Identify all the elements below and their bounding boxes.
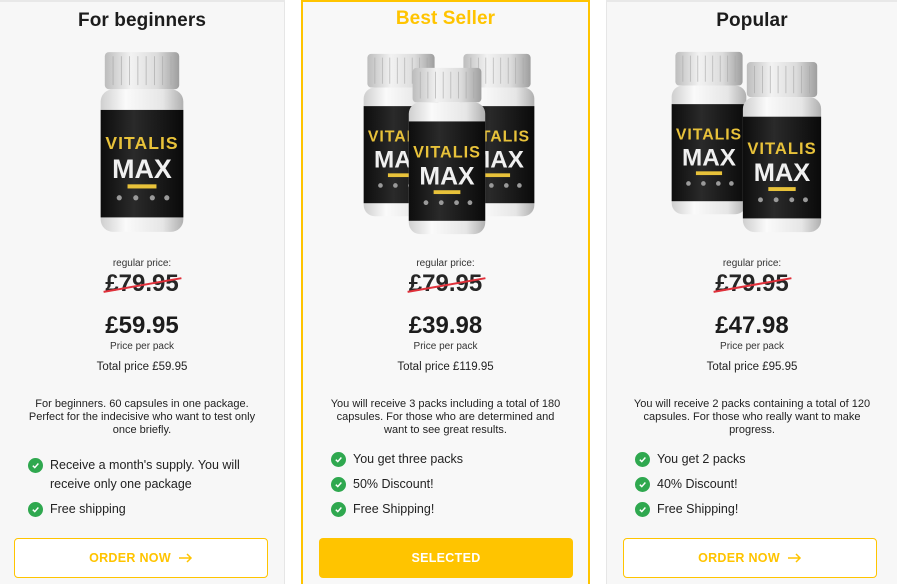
price-per-pack-label: Price per pack <box>413 341 478 352</box>
selected-label: SELECTED <box>411 551 481 565</box>
feature-item: 40% Discount! <box>635 475 879 494</box>
total-price: Total price £59.95 <box>96 361 188 373</box>
regular-price-label: regular price: <box>112 258 172 269</box>
total-price: Total price £119.95 <box>397 361 494 373</box>
total-price: Total price £95.95 <box>706 361 798 373</box>
check-icon <box>635 502 650 517</box>
feature-list: You get three packs 50% Discount! Free S… <box>331 450 570 525</box>
price-per-pack-label: Price per pack <box>720 341 784 352</box>
feature-item: You get 2 packs <box>635 450 879 469</box>
check-icon <box>635 452 650 467</box>
card-title: For beginners <box>78 10 206 31</box>
feature-item: Free Shipping! <box>635 500 879 519</box>
feature-list: Receive a month's supply. You will recei… <box>28 456 266 525</box>
product-image-three-bottles <box>303 46 588 238</box>
order-now-label: ORDER NOW <box>698 551 780 565</box>
old-price: £79.95 <box>715 270 789 297</box>
feature-text: Receive a month's supply. You will recei… <box>50 458 240 491</box>
package-card-best-seller[interactable]: Best Seller regular price: £79.95 £39.98… <box>301 0 590 584</box>
check-icon <box>331 477 346 492</box>
feature-item: You get three packs <box>331 450 570 469</box>
price-per-pack: £47.98 <box>715 312 789 339</box>
old-price: £79.95 <box>105 270 179 297</box>
price-per-pack: £39.98 <box>408 312 483 339</box>
feature-item: 50% Discount! <box>331 475 570 494</box>
arrow-right-icon <box>178 553 193 563</box>
order-now-button[interactable]: ORDER NOW <box>623 538 877 578</box>
feature-text: You get three packs <box>353 452 464 466</box>
feature-item: Receive a month's supply. You will recei… <box>28 456 266 494</box>
feature-text: Free Shipping! <box>353 502 435 516</box>
check-icon <box>331 452 346 467</box>
feature-text: 40% Discount! <box>657 477 738 491</box>
arrow-right-icon <box>787 553 802 563</box>
order-now-label: ORDER NOW <box>89 551 171 565</box>
price-per-pack: £59.95 <box>105 312 179 339</box>
price-per-pack-label: Price per pack <box>110 341 174 352</box>
check-icon <box>331 502 346 517</box>
package-card-popular[interactable]: Popular regular price: £79.95 £47.98 Pri… <box>606 0 897 584</box>
product-image-two-bottles <box>607 46 897 238</box>
card-title: Popular <box>716 10 788 31</box>
feature-item: Free shipping <box>28 500 266 519</box>
selected-button[interactable]: SELECTED <box>319 538 573 578</box>
feature-item: Free Shipping! <box>331 500 570 519</box>
card-title: Best Seller <box>395 8 496 29</box>
check-icon <box>28 502 43 517</box>
regular-price-label: regular price: <box>416 258 475 269</box>
package-card-beginners[interactable]: For beginners regular price: £79.95 £59.… <box>0 0 285 584</box>
old-price: £79.95 <box>408 270 483 297</box>
regular-price-label: regular price: <box>722 258 782 269</box>
feature-text: You get 2 packs <box>657 452 746 466</box>
feature-text: Free shipping <box>50 502 126 516</box>
package-description: You will receive 3 packs including a tot… <box>330 398 561 436</box>
check-icon <box>28 458 43 473</box>
feature-text: 50% Discount! <box>353 477 434 491</box>
feature-text: Free Shipping! <box>657 502 739 516</box>
order-now-button[interactable]: ORDER NOW <box>14 538 268 578</box>
package-description: You will receive 2 packs containing a to… <box>633 398 871 436</box>
feature-list: You get 2 packs 40% Discount! Free Shipp… <box>635 450 879 525</box>
check-icon <box>635 477 650 492</box>
product-image-single-bottle <box>0 46 284 238</box>
package-description: For beginners. 60 capsules in one packag… <box>28 398 256 436</box>
